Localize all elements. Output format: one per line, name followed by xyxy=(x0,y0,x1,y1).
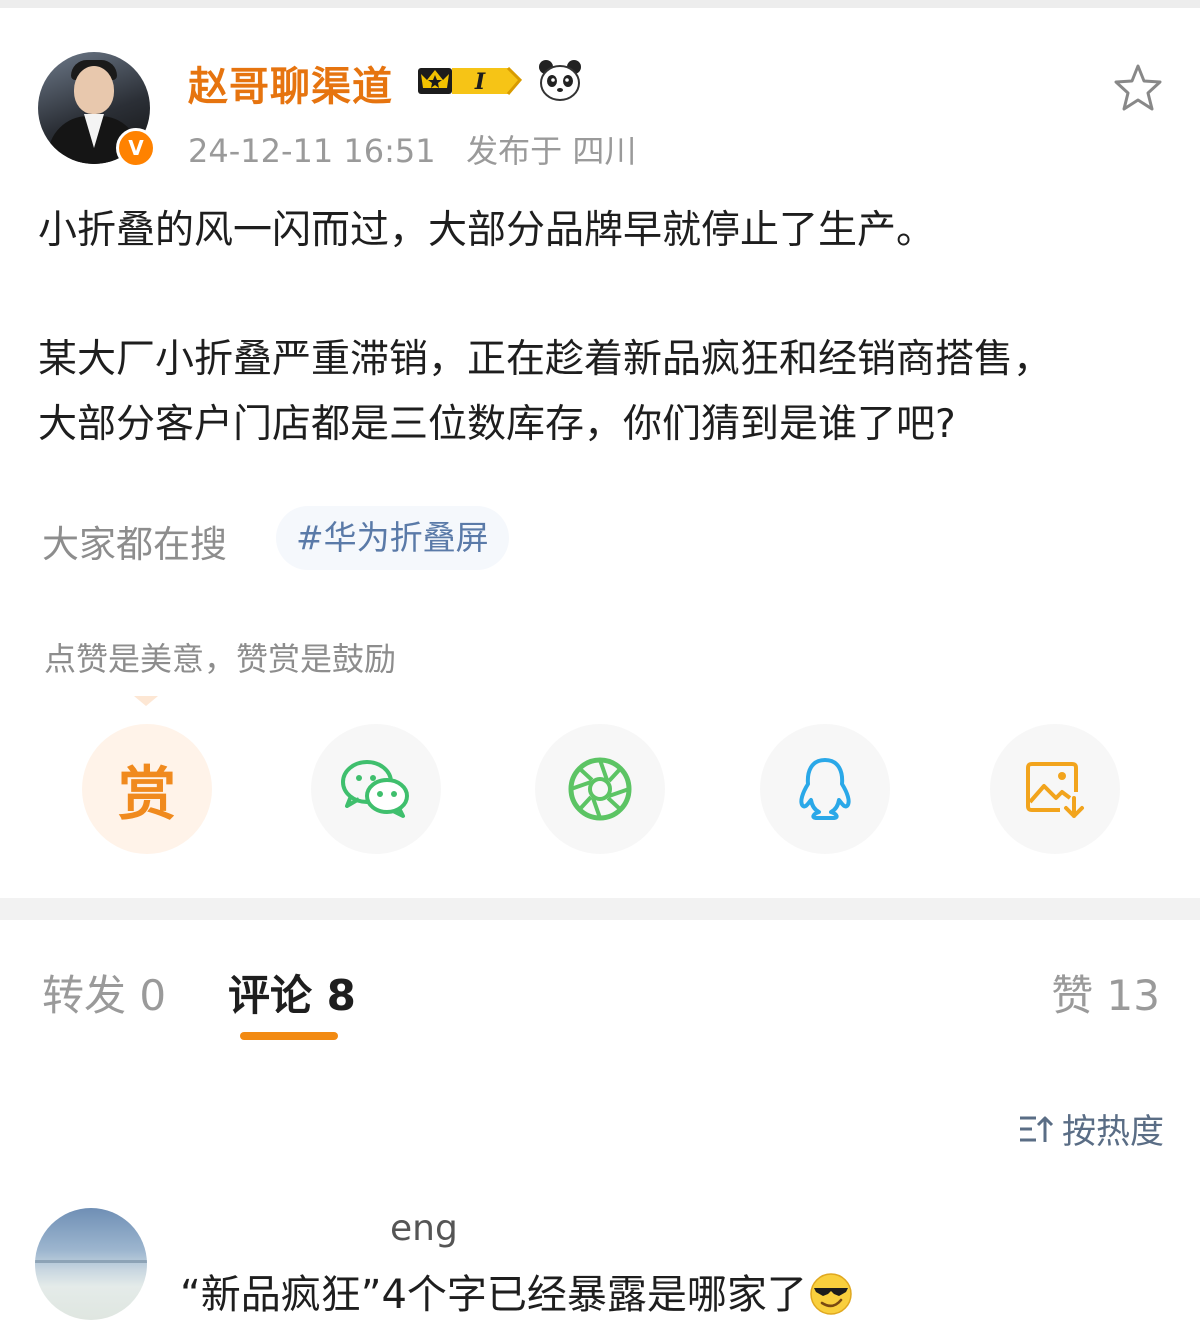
save-image-icon xyxy=(1026,762,1084,818)
sort-button[interactable]: 按热度 xyxy=(1018,1104,1164,1153)
sort-label: 按热度 xyxy=(1062,1112,1164,1152)
favorite-star-icon[interactable] xyxy=(1112,62,1164,114)
qq-icon xyxy=(799,758,851,820)
tab-likes[interactable]: 赞 13 xyxy=(1051,962,1160,1023)
author-name[interactable]: 赵哥聊渠道 xyxy=(188,54,393,112)
sunglasses-emoji-icon xyxy=(810,1273,852,1315)
post-meta: 24-12-11 16:51 发布于 四川 xyxy=(188,126,636,172)
trending-search-label: 大家都在搜 xyxy=(42,523,227,566)
moments-icon xyxy=(568,757,632,821)
reward-hint-text: 点赞是美意，赞赏是鼓励 xyxy=(44,640,397,678)
tab-comments[interactable]: 评论 8 xyxy=(228,962,356,1023)
sort-icon xyxy=(1020,1116,1054,1142)
top-edge xyxy=(0,0,1200,8)
member-level-badge[interactable]: I xyxy=(416,62,524,98)
commenter-avatar[interactable] xyxy=(35,1208,147,1320)
commenter-name-visible: eng xyxy=(390,1208,458,1249)
post-location: 发布于 四川 xyxy=(466,132,637,170)
section-divider xyxy=(0,898,1200,920)
post-content: 小折叠的风一闪而过，大部分品牌早就停止了生产。 某大厂小折叠严重滞销，正在趁着新… xyxy=(38,198,1168,457)
level-text: I xyxy=(474,69,486,95)
interaction-tabs: 转发 0 评论 8 赞 13 xyxy=(0,940,1200,1050)
post-paragraph: 某大厂小折叠严重滞销，正在趁着新品疯狂和经销商搭售， xyxy=(38,337,1053,382)
share-wechat-button[interactable] xyxy=(311,724,441,854)
share-row: 赏 xyxy=(0,724,1200,864)
tab-repost[interactable]: 转发 0 xyxy=(42,962,166,1023)
save-image-button[interactable] xyxy=(990,724,1120,854)
commenter-name[interactable]: eng xyxy=(180,1208,458,1249)
wechat-icon xyxy=(341,760,409,818)
post-timestamp: 24-12-11 16:51 xyxy=(188,132,436,170)
active-tab-indicator xyxy=(240,1032,338,1040)
panda-icon xyxy=(539,60,581,101)
hint-pointer xyxy=(134,696,158,706)
verified-badge: V xyxy=(116,128,156,168)
share-qq-button[interactable] xyxy=(760,724,890,854)
comment-body: “新品疯狂”4个字已经暴露是哪家了 xyxy=(180,1272,807,1318)
post-paragraph: 大部分客户门店都是三位数库存，你们猜到是谁了吧? xyxy=(38,402,956,447)
hot-topic-tag[interactable]: #华为折叠屏 xyxy=(276,506,509,570)
reward-icon: 赏 xyxy=(117,760,176,828)
reward-button[interactable]: 赏 xyxy=(82,724,212,854)
share-moments-button[interactable] xyxy=(535,724,665,854)
post-paragraph: 小折叠的风一闪而过，大部分品牌早就停止了生产。 xyxy=(38,208,936,253)
comment-text: “新品疯狂”4个字已经暴露是哪家了 xyxy=(180,1262,853,1320)
